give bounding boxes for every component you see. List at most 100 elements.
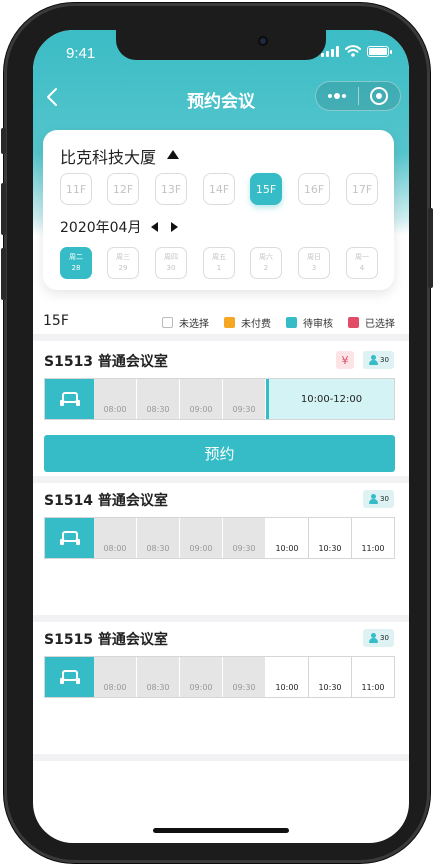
volume-down-button bbox=[1, 248, 6, 300]
room-title: S1513 普通会议室 bbox=[44, 354, 168, 370]
time-slot[interactable]: 09:30 bbox=[223, 518, 266, 558]
time-slot[interactable]: 08:30 bbox=[137, 657, 180, 697]
paid-badge: ¥ bbox=[336, 351, 354, 369]
room-title: S1515 普通会议室 bbox=[44, 632, 168, 648]
legend-item: 未付费 bbox=[224, 315, 271, 330]
day-chip[interactable]: 周三 29 bbox=[107, 247, 139, 279]
time-slot[interactable]: 10:30 bbox=[309, 518, 352, 558]
miniprogram-capsule bbox=[315, 81, 401, 111]
legend-label: 未付费 bbox=[241, 319, 271, 330]
capacity-badge: 30 bbox=[363, 351, 394, 369]
person-icon bbox=[368, 494, 379, 504]
legend-item: 未选择 bbox=[162, 315, 209, 330]
weekday-label: 周四 bbox=[164, 253, 178, 261]
time-slot[interactable]: 09:00 bbox=[180, 657, 223, 697]
time-slot[interactable]: 08:00 bbox=[94, 657, 137, 697]
legend-label: 已选择 bbox=[365, 319, 395, 330]
time-slot[interactable]: 09:00 bbox=[180, 379, 223, 419]
time-slot[interactable]: 11:00 bbox=[352, 518, 394, 558]
divider bbox=[33, 754, 409, 761]
weekday-label: 周三 bbox=[116, 253, 130, 261]
date-label: 30 bbox=[166, 264, 176, 272]
date-label: 2 bbox=[263, 264, 269, 272]
legend-swatch bbox=[348, 317, 359, 328]
capacity-count: 30 bbox=[380, 634, 389, 642]
target-icon bbox=[370, 87, 389, 105]
close-miniprogram-button[interactable] bbox=[359, 87, 400, 105]
caret-up-icon[interactable] bbox=[167, 150, 179, 159]
capacity-count: 30 bbox=[380, 356, 389, 364]
room-title: S1514 普通会议室 bbox=[44, 493, 168, 509]
legend-label: 未选择 bbox=[179, 319, 209, 330]
room-icon-tile bbox=[45, 657, 94, 697]
seat-icon bbox=[59, 670, 80, 684]
date-label: 28 bbox=[71, 264, 81, 272]
time-slot[interactable]: 10:00 bbox=[266, 518, 309, 558]
person-icon bbox=[368, 355, 379, 365]
book-button[interactable]: 预约 bbox=[44, 435, 395, 472]
wifi-icon bbox=[345, 45, 361, 57]
time-slot[interactable]: 10:30 bbox=[309, 657, 352, 697]
prev-month-icon[interactable] bbox=[151, 222, 158, 232]
time-slot[interactable]: 08:00 bbox=[94, 379, 137, 419]
seat-icon bbox=[59, 392, 80, 406]
weekday-label: 周二 bbox=[69, 253, 83, 261]
building-selector[interactable]: 比克科技大厦 bbox=[60, 144, 156, 168]
date-label: 29 bbox=[118, 264, 128, 272]
seat-icon bbox=[59, 531, 80, 545]
floor-chip[interactable]: 15F bbox=[250, 173, 282, 205]
month-label: 2020年04月 bbox=[60, 220, 142, 236]
volume-up-button bbox=[1, 183, 6, 235]
floor-chip[interactable]: 17F bbox=[346, 173, 378, 205]
time-slot[interactable]: 11:00 bbox=[352, 657, 394, 697]
camera-icon bbox=[258, 36, 268, 46]
floor-chip[interactable]: 13F bbox=[155, 173, 187, 205]
battery-icon bbox=[367, 45, 392, 57]
notch bbox=[116, 30, 326, 60]
date-label: 4 bbox=[359, 264, 365, 272]
person-icon bbox=[368, 633, 379, 643]
floor-chip[interactable]: 16F bbox=[298, 173, 330, 205]
time-slot[interactable]: 09:30 bbox=[223, 657, 266, 697]
time-slot[interactable]: 08:30 bbox=[137, 379, 180, 419]
time-slot[interactable]: 08:00 bbox=[94, 518, 137, 558]
time-slot[interactable]: 09:00 bbox=[180, 518, 223, 558]
next-month-icon[interactable] bbox=[171, 222, 178, 232]
navbar: 预约会议 bbox=[33, 80, 409, 116]
current-floor-label: 15F bbox=[43, 313, 69, 329]
divider bbox=[33, 334, 409, 341]
selected-time-range[interactable]: 10:00-12:00 bbox=[266, 379, 394, 419]
room-icon-tile bbox=[45, 379, 94, 419]
floor-chip[interactable]: 14F bbox=[203, 173, 235, 205]
time-slot[interactable]: 08:30 bbox=[137, 518, 180, 558]
day-chip[interactable]: 周五 1 bbox=[203, 247, 235, 279]
floor-chip[interactable]: 11F bbox=[60, 173, 92, 205]
room-timeline[interactable]: 08:00 08:30 09:00 09:30 10:00 10:30 11:0… bbox=[44, 656, 395, 698]
day-chip[interactable]: 周二 28 bbox=[60, 247, 92, 279]
day-chip[interactable]: 周四 30 bbox=[155, 247, 187, 279]
room-timeline[interactable]: 08:00 08:30 09:00 09:30 10:00 10:30 11:0… bbox=[44, 517, 395, 559]
date-label: 3 bbox=[311, 264, 317, 272]
time-slot[interactable]: 09:30 bbox=[223, 379, 266, 419]
day-chip[interactable]: 周一 4 bbox=[346, 247, 378, 279]
status-time: 9:41 bbox=[66, 45, 96, 62]
capacity-count: 30 bbox=[380, 495, 389, 503]
more-button[interactable] bbox=[316, 93, 358, 99]
weekday-label: 周一 bbox=[355, 253, 369, 261]
day-chip[interactable]: 周日 3 bbox=[298, 247, 330, 279]
legend-item: 待审核 bbox=[286, 315, 333, 330]
status-icons bbox=[321, 45, 392, 57]
room-timeline[interactable]: 08:00 08:30 09:00 09:30 10:00-12:00 bbox=[44, 378, 395, 420]
legend-swatch bbox=[286, 317, 297, 328]
time-slot[interactable]: 10:00 bbox=[266, 657, 309, 697]
home-indicator[interactable] bbox=[153, 828, 289, 833]
phone-frame: 9:41 预约会议 比克科技大厦 11F 12F 13F 14F 15F 16F… bbox=[1, 3, 433, 863]
legend-item: 已选择 bbox=[348, 315, 395, 330]
day-chip[interactable]: 周六 2 bbox=[250, 247, 282, 279]
floor-chip[interactable]: 12F bbox=[107, 173, 139, 205]
legend-swatch bbox=[162, 317, 173, 328]
date-label: 1 bbox=[216, 264, 222, 272]
screen: 9:41 预约会议 比克科技大厦 11F 12F 13F 14F 15F 16F… bbox=[33, 30, 409, 843]
legend-swatch bbox=[224, 317, 235, 328]
weekday-label: 周日 bbox=[307, 253, 321, 261]
